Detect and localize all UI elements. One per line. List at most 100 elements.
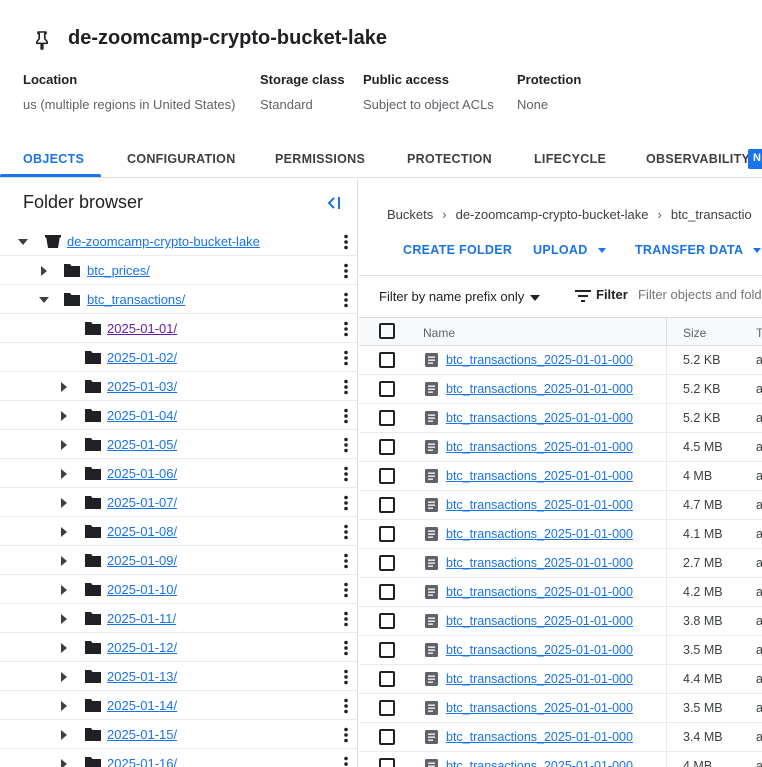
row-checkbox[interactable]: [379, 439, 395, 455]
caret-right-icon[interactable]: [58, 381, 70, 393]
column-divider[interactable]: [666, 318, 667, 347]
table-row[interactable]: btc_transactions_2025-01-01-000 5.2 KB a: [359, 346, 762, 375]
object-name-link[interactable]: btc_transactions_2025-01-01-000: [446, 498, 650, 512]
more-vert-icon[interactable]: [340, 466, 352, 482]
column-header-type[interactable]: T: [756, 326, 762, 340]
more-vert-icon[interactable]: [340, 756, 352, 767]
folder-tree-item[interactable]: 2025-01-16/: [0, 749, 357, 767]
object-name-link[interactable]: btc_transactions_2025-01-01-000: [446, 469, 650, 483]
object-name-link[interactable]: btc_transactions_2025-01-01-000: [446, 759, 650, 767]
more-vert-icon[interactable]: [340, 611, 352, 627]
folder-tree-item[interactable]: 2025-01-03/: [0, 372, 357, 401]
row-checkbox[interactable]: [379, 613, 395, 629]
folder-tree-item[interactable]: 2025-01-04/: [0, 401, 357, 430]
more-vert-icon[interactable]: [340, 321, 352, 337]
table-row[interactable]: btc_transactions_2025-01-01-000 3.5 MB a: [359, 636, 762, 665]
more-vert-icon[interactable]: [340, 379, 352, 395]
object-name-link[interactable]: btc_transactions_2025-01-01-000: [446, 730, 650, 744]
caret-right-icon[interactable]: [58, 439, 70, 451]
table-row[interactable]: btc_transactions_2025-01-01-000 4.7 MB a: [359, 491, 762, 520]
table-row[interactable]: btc_transactions_2025-01-01-000 3.5 MB a: [359, 694, 762, 723]
row-checkbox[interactable]: [379, 642, 395, 658]
table-row[interactable]: btc_transactions_2025-01-01-000 4.5 MB a: [359, 433, 762, 462]
folder-tree-item[interactable]: 2025-01-13/: [0, 662, 357, 691]
breadcrumb-buckets[interactable]: Buckets: [387, 207, 433, 222]
object-name-link[interactable]: btc_transactions_2025-01-01-000: [446, 440, 650, 454]
upload-button[interactable]: UPLOAD: [533, 243, 606, 257]
folder-tree-label[interactable]: 2025-01-14/: [107, 698, 177, 713]
row-checkbox[interactable]: [379, 352, 395, 368]
caret-right-icon[interactable]: [58, 758, 70, 767]
caret-down-icon[interactable]: [17, 236, 29, 248]
folder-tree-label[interactable]: 2025-01-13/: [107, 669, 177, 684]
folder-tree-item[interactable]: 2025-01-01/: [0, 314, 357, 343]
breadcrumb-folder[interactable]: btc_transactio: [671, 207, 752, 222]
caret-right-icon[interactable]: [58, 497, 70, 509]
folder-tree-item[interactable]: 2025-01-05/: [0, 430, 357, 459]
row-checkbox[interactable]: [379, 410, 395, 426]
table-row[interactable]: btc_transactions_2025-01-01-000 2.7 MB a: [359, 549, 762, 578]
object-name-link[interactable]: btc_transactions_2025-01-01-000: [446, 527, 650, 541]
object-name-link[interactable]: btc_transactions_2025-01-01-000: [446, 614, 650, 628]
row-checkbox[interactable]: [379, 758, 395, 767]
tab-permissions[interactable]: PERMISSIONS: [275, 152, 365, 166]
folder-tree-label[interactable]: 2025-01-09/: [107, 553, 177, 568]
tab-lifecycle[interactable]: LIFECYCLE: [534, 152, 606, 166]
create-folder-button[interactable]: CREATE FOLDER: [403, 243, 512, 257]
folder-tree-item[interactable]: btc_transactions/: [0, 285, 357, 314]
more-vert-icon[interactable]: [340, 553, 352, 569]
folder-tree-item[interactable]: 2025-01-06/: [0, 459, 357, 488]
more-vert-icon[interactable]: [340, 698, 352, 714]
folder-tree-item[interactable]: 2025-01-10/: [0, 575, 357, 604]
select-all-checkbox[interactable]: [379, 323, 395, 339]
row-checkbox[interactable]: [379, 526, 395, 542]
caret-right-icon[interactable]: [58, 729, 70, 741]
folder-tree-label[interactable]: 2025-01-10/: [107, 582, 177, 597]
folder-tree-item[interactable]: 2025-01-02/: [0, 343, 357, 372]
object-name-link[interactable]: btc_transactions_2025-01-01-000: [446, 411, 650, 425]
caret-right-icon[interactable]: [58, 410, 70, 422]
more-vert-icon[interactable]: [340, 495, 352, 511]
folder-tree-item[interactable]: 2025-01-12/: [0, 633, 357, 662]
tab-observability[interactable]: OBSERVABILITY: [646, 152, 750, 166]
folder-tree-label[interactable]: 2025-01-08/: [107, 524, 177, 539]
caret-right-icon[interactable]: [58, 642, 70, 654]
tab-objects[interactable]: OBJECTS: [23, 152, 84, 166]
more-vert-icon[interactable]: [340, 292, 352, 308]
folder-tree-label[interactable]: 2025-01-16/: [107, 756, 177, 767]
folder-tree-label[interactable]: 2025-01-01/: [107, 321, 177, 336]
table-row[interactable]: btc_transactions_2025-01-01-000 3.4 MB a: [359, 723, 762, 752]
row-checkbox[interactable]: [379, 584, 395, 600]
folder-tree-item[interactable]: 2025-01-09/: [0, 546, 357, 575]
folder-tree-label[interactable]: 2025-01-11/: [107, 611, 176, 626]
object-name-link[interactable]: btc_transactions_2025-01-01-000: [446, 585, 650, 599]
more-vert-icon[interactable]: [340, 727, 352, 743]
table-row[interactable]: btc_transactions_2025-01-01-000 4 MB a: [359, 752, 762, 767]
caret-right-icon[interactable]: [58, 526, 70, 538]
filter-input[interactable]: [638, 287, 762, 302]
more-vert-icon[interactable]: [340, 669, 352, 685]
row-checkbox[interactable]: [379, 468, 395, 484]
folder-tree-label[interactable]: 2025-01-02/: [107, 350, 177, 365]
caret-right-icon[interactable]: [38, 265, 50, 277]
folder-tree-label[interactable]: de-zoomcamp-crypto-bucket-lake: [67, 234, 260, 249]
folder-tree-item[interactable]: 2025-01-15/: [0, 720, 357, 749]
folder-tree-label[interactable]: 2025-01-07/: [107, 495, 177, 510]
more-vert-icon[interactable]: [340, 408, 352, 424]
row-checkbox[interactable]: [379, 497, 395, 513]
folder-tree-label[interactable]: 2025-01-12/: [107, 640, 177, 655]
column-header-name[interactable]: Name: [423, 326, 455, 340]
table-row[interactable]: btc_transactions_2025-01-01-000 4.1 MB a: [359, 520, 762, 549]
table-row[interactable]: btc_transactions_2025-01-01-000 4.2 MB a: [359, 578, 762, 607]
table-row[interactable]: btc_transactions_2025-01-01-000 5.2 KB a: [359, 375, 762, 404]
tab-configuration[interactable]: CONFIGURATION: [127, 152, 236, 166]
transfer-data-button[interactable]: TRANSFER DATA: [635, 243, 762, 257]
caret-down-icon[interactable]: [38, 294, 50, 306]
object-name-link[interactable]: btc_transactions_2025-01-01-000: [446, 382, 650, 396]
folder-tree-label[interactable]: 2025-01-15/: [107, 727, 177, 742]
table-row[interactable]: btc_transactions_2025-01-01-000 5.2 KB a: [359, 404, 762, 433]
object-name-link[interactable]: btc_transactions_2025-01-01-000: [446, 353, 650, 367]
folder-tree-item[interactable]: de-zoomcamp-crypto-bucket-lake: [0, 227, 357, 256]
folder-tree-item[interactable]: 2025-01-11/: [0, 604, 357, 633]
row-checkbox[interactable]: [379, 381, 395, 397]
